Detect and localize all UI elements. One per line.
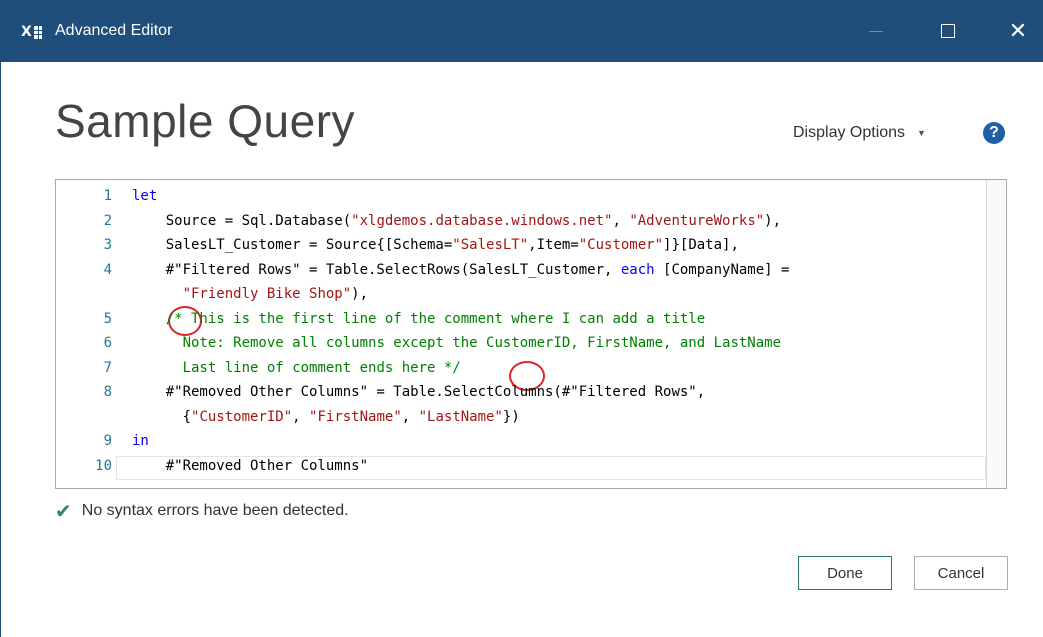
code-token: "FirstName" bbox=[309, 408, 402, 425]
close-button[interactable]: ✕ bbox=[995, 0, 1041, 62]
minimize-icon bbox=[869, 30, 883, 32]
line-number: 8 bbox=[103, 384, 112, 400]
code-text: #"Removed Other Columns" = Table.SelectC… bbox=[132, 381, 705, 403]
code-line[interactable]: 2 Source = Sql.Database("xlgdemos.databa… bbox=[56, 210, 976, 232]
title-bar: X Advanced Editor ✕ bbox=[1, 0, 1043, 62]
code-token: each bbox=[620, 261, 655, 278]
code-text: "Friendly Bike Shop"), bbox=[132, 283, 368, 305]
code-text: Source = Sql.Database("xlgdemos.database… bbox=[132, 210, 781, 232]
code-token: [CompanyName] = bbox=[654, 261, 790, 278]
code-token: , bbox=[612, 212, 630, 229]
code-text: #"Removed Other Columns" bbox=[132, 455, 368, 477]
minimize-button[interactable] bbox=[853, 0, 899, 62]
code-token: ,Item= bbox=[528, 237, 579, 253]
line-number: 6 bbox=[103, 335, 112, 351]
code-line[interactable]: 4 #"Filtered Rows" = Table.SelectRows(Sa… bbox=[56, 259, 976, 281]
line-number: 5 bbox=[103, 310, 112, 327]
code-text: Note: Remove all columns except the Cust… bbox=[132, 332, 781, 354]
advanced-editor-window: X Advanced Editor ✕ Sample Query Display… bbox=[0, 0, 1043, 637]
code-token: Last line of comment ends here */ bbox=[182, 359, 461, 376]
close-icon: ✕ bbox=[1008, 18, 1028, 44]
code-line[interactable]: 8 #"Removed Other Columns" = Table.Selec… bbox=[56, 381, 976, 403]
code-text: let bbox=[132, 185, 157, 207]
line-number: 10 bbox=[95, 457, 112, 474]
excel-icon: X bbox=[21, 23, 45, 41]
code-line[interactable]: "Friendly Bike Shop"), bbox=[56, 283, 976, 305]
vertical-scrollbar[interactable] bbox=[986, 180, 1006, 488]
done-button[interactable]: Done bbox=[798, 556, 892, 590]
code-line[interactable]: 1 let bbox=[56, 185, 976, 207]
status-text: No syntax errors have been detected. bbox=[81, 502, 349, 519]
code-line[interactable]: 3 SalesLT_Customer = Source{[Schema="Sal… bbox=[56, 234, 976, 256]
code-token: "CustomerID" bbox=[191, 408, 293, 425]
line-number: 7 bbox=[103, 359, 112, 376]
code-token: Note: Remove all columns except the Cust… bbox=[182, 335, 782, 351]
code-token: ]}[Data], bbox=[663, 237, 739, 253]
code-token: ), bbox=[351, 286, 369, 302]
code-text: /* This is the first line of the comment… bbox=[132, 308, 705, 330]
code-text: #"Filtered Rows" = Table.SelectRows(Sale… bbox=[132, 259, 790, 281]
code-text: {"CustomerID", "FirstName", "LastName"}) bbox=[132, 406, 520, 428]
window-title: Advanced Editor bbox=[55, 22, 173, 39]
line-number: 3 bbox=[103, 237, 112, 253]
code-token: , bbox=[292, 408, 310, 425]
code-line[interactable]: 10 #"Removed Other Columns" bbox=[56, 455, 976, 477]
code-line[interactable]: 7 Last line of comment ends here */ bbox=[56, 357, 976, 379]
line-number: 9 bbox=[103, 433, 112, 449]
code-token: , bbox=[401, 408, 419, 425]
maximize-button[interactable] bbox=[925, 0, 971, 62]
code-token: "Customer" bbox=[578, 237, 664, 253]
code-line[interactable]: 5 /* This is the first line of the comme… bbox=[56, 308, 976, 330]
code-token: let bbox=[132, 188, 158, 204]
code-token: { bbox=[132, 408, 192, 425]
syntax-status: ✔ No syntax errors have been detected. bbox=[55, 499, 349, 523]
code-text: SalesLT_Customer = Source{[Schema="Sales… bbox=[132, 234, 739, 256]
code-token: "Friendly Bike Shop" bbox=[182, 286, 352, 302]
code-token: SalesLT_Customer = Source{[Schema= bbox=[132, 237, 453, 253]
code-token: #"Filtered Rows" = Table.SelectRows(Sale… bbox=[132, 261, 621, 278]
help-icon[interactable]: ? bbox=[983, 122, 1005, 144]
code-token: "AdventureWorks" bbox=[629, 212, 765, 229]
code-token: Source = Sql.Database( bbox=[132, 212, 352, 229]
code-token: /* This is the first line of the comment… bbox=[165, 310, 706, 327]
line-number: 4 bbox=[103, 261, 112, 278]
display-options-label: Display Options bbox=[793, 124, 906, 141]
code-text: Last line of comment ends here */ bbox=[132, 357, 461, 379]
code-line[interactable]: {"CustomerID", "FirstName", "LastName"}) bbox=[56, 406, 976, 428]
code-editor[interactable]: 1 let 2 Source = Sql.Database("xlgdemos.da… bbox=[55, 179, 1007, 489]
code-line[interactable]: 9 in bbox=[56, 430, 976, 452]
code-token: }) bbox=[502, 408, 520, 425]
maximize-icon bbox=[941, 24, 955, 38]
chevron-down-icon: ▼ bbox=[917, 128, 926, 138]
code-token: "xlgdemos.database.windows.net" bbox=[351, 212, 613, 229]
code-token: #"Removed Other Columns" bbox=[132, 457, 369, 474]
line-number: 2 bbox=[103, 212, 112, 229]
display-options-dropdown[interactable]: Display Options ▼ bbox=[793, 124, 926, 142]
code-text: in bbox=[132, 430, 149, 452]
query-name-title: Sample Query bbox=[55, 95, 356, 147]
code-token: in bbox=[132, 433, 149, 449]
code-token: #"Removed Other Columns" = Table.SelectC… bbox=[132, 384, 706, 400]
code-line[interactable]: 6 Note: Remove all columns except the Cu… bbox=[56, 332, 976, 354]
code-token: ), bbox=[764, 212, 782, 229]
line-number: 1 bbox=[103, 188, 112, 204]
check-icon: ✔ bbox=[55, 499, 72, 523]
code-token: "SalesLT" bbox=[452, 237, 529, 253]
code-token: "LastName" bbox=[418, 408, 503, 425]
cancel-button[interactable]: Cancel bbox=[914, 556, 1008, 590]
